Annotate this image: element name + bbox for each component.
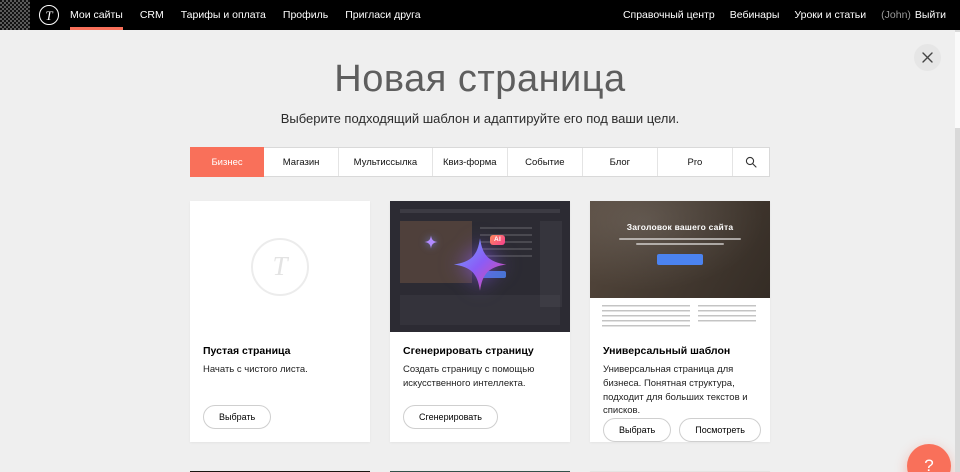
template-card-ai[interactable]: AI Сгенерировать страницу Создать страни… xyxy=(390,201,570,442)
card-title: Пустая страница xyxy=(203,345,357,357)
tab-shop[interactable]: Магазин xyxy=(264,148,339,176)
mock-navbar xyxy=(400,209,560,213)
template-grid-row-1: T Пустая страница Начать с чистого листа… xyxy=(190,201,770,442)
close-button[interactable] xyxy=(914,44,941,71)
choose-universal-button[interactable]: Выбрать xyxy=(603,418,671,442)
preview-subtext-line xyxy=(636,243,724,245)
card-description: Создать страницу с помощью искусственног… xyxy=(403,363,557,391)
template-category-tabs: Бизнес Магазин Мультиссылка Квиз-форма С… xyxy=(190,147,770,177)
close-icon xyxy=(922,52,933,63)
nav-crm[interactable]: CRM xyxy=(140,0,164,30)
main-nav: Мои сайты CRM Тарифы и оплата Профиль Пр… xyxy=(70,0,421,30)
page-subtitle: Выберите подходящий шаблон и адаптируйте… xyxy=(0,111,960,126)
card-description: Универсальная страница для бизнеса. Поня… xyxy=(603,363,757,418)
universal-card-body: Универсальный шаблон Универсальная стран… xyxy=(590,332,770,455)
nav-my-sites[interactable]: Мои сайты xyxy=(70,0,123,30)
watermark-letter: T xyxy=(272,251,287,282)
topbar: T Мои сайты CRM Тарифы и оплата Профиль … xyxy=(0,0,960,30)
card-description: Начать с чистого листа. xyxy=(203,363,357,377)
user-area: (John) Выйти xyxy=(881,9,946,21)
nav-lessons[interactable]: Уроки и статьи xyxy=(794,0,866,30)
preview-subtext-line xyxy=(619,238,741,240)
nav-tariffs[interactable]: Тарифы и оплата xyxy=(181,0,266,30)
corner-pattern xyxy=(0,0,30,30)
universal-card-preview: Заголовок вашего сайта xyxy=(590,201,770,332)
ai-badge: AI xyxy=(490,235,505,246)
nav-profile[interactable]: Профиль xyxy=(283,0,328,30)
tab-event[interactable]: Событие xyxy=(508,148,583,176)
choose-blank-button[interactable]: Выбрать xyxy=(203,405,271,429)
tab-business[interactable]: Бизнес xyxy=(190,147,264,177)
nav-help-center[interactable]: Справочный центр xyxy=(623,0,715,30)
tab-pro[interactable]: Pro xyxy=(658,148,733,176)
scrollbar-track xyxy=(955,30,960,472)
nav-webinars[interactable]: Вебинары xyxy=(730,0,780,30)
search-icon xyxy=(745,156,757,168)
logout-link[interactable]: Выйти xyxy=(915,9,946,21)
blank-card-preview: T xyxy=(190,201,370,332)
new-page-modal: Новая страница Выберите подходящий шабло… xyxy=(0,57,960,472)
template-card-universal[interactable]: Заголовок вашего сайта Универсальный шаб… xyxy=(590,201,770,442)
tilda-logo-letter: T xyxy=(45,9,52,22)
tab-multilink[interactable]: Мультиссылка xyxy=(339,148,433,176)
search-tab[interactable] xyxy=(733,148,769,176)
preview-paragraph xyxy=(602,305,690,327)
mock-footer-strip xyxy=(400,295,560,325)
view-universal-button[interactable]: Посмотреть xyxy=(679,418,761,442)
preview-cta-button xyxy=(657,254,703,265)
secondary-nav: Справочный центр Вебинары Уроки и статьи… xyxy=(623,0,960,30)
card-title: Универсальный шаблон xyxy=(603,345,757,357)
card-title: Сгенерировать страницу xyxy=(403,345,557,357)
ai-small-sparkle-icon xyxy=(424,235,438,254)
help-button[interactable]: ? xyxy=(907,444,951,472)
user-name: (John) xyxy=(881,9,911,21)
page-title: Новая страница xyxy=(0,57,960,101)
preview-text-section xyxy=(590,298,770,332)
tab-quiz-form[interactable]: Квиз-форма xyxy=(433,148,508,176)
ai-sparkle-icon xyxy=(452,236,508,297)
ai-card-body: Сгенерировать страницу Создать страницу … xyxy=(390,332,570,442)
preview-paragraph xyxy=(698,305,756,322)
scrollbar-thumb[interactable] xyxy=(955,32,960,128)
blank-card-body: Пустая страница Начать с чистого листа. … xyxy=(190,332,370,442)
template-card-blank[interactable]: T Пустая страница Начать с чистого листа… xyxy=(190,201,370,442)
preview-hero: Заголовок вашего сайта xyxy=(590,201,770,298)
tilda-logo[interactable]: T xyxy=(39,5,59,25)
generate-button[interactable]: Сгенерировать xyxy=(403,405,498,429)
nav-invite-friend[interactable]: Пригласи друга xyxy=(345,0,420,30)
tilda-watermark-icon: T xyxy=(251,238,309,296)
tab-blog[interactable]: Блог xyxy=(583,148,658,176)
ai-card-preview: AI xyxy=(390,201,570,332)
preview-heading: Заголовок вашего сайта xyxy=(627,222,734,232)
